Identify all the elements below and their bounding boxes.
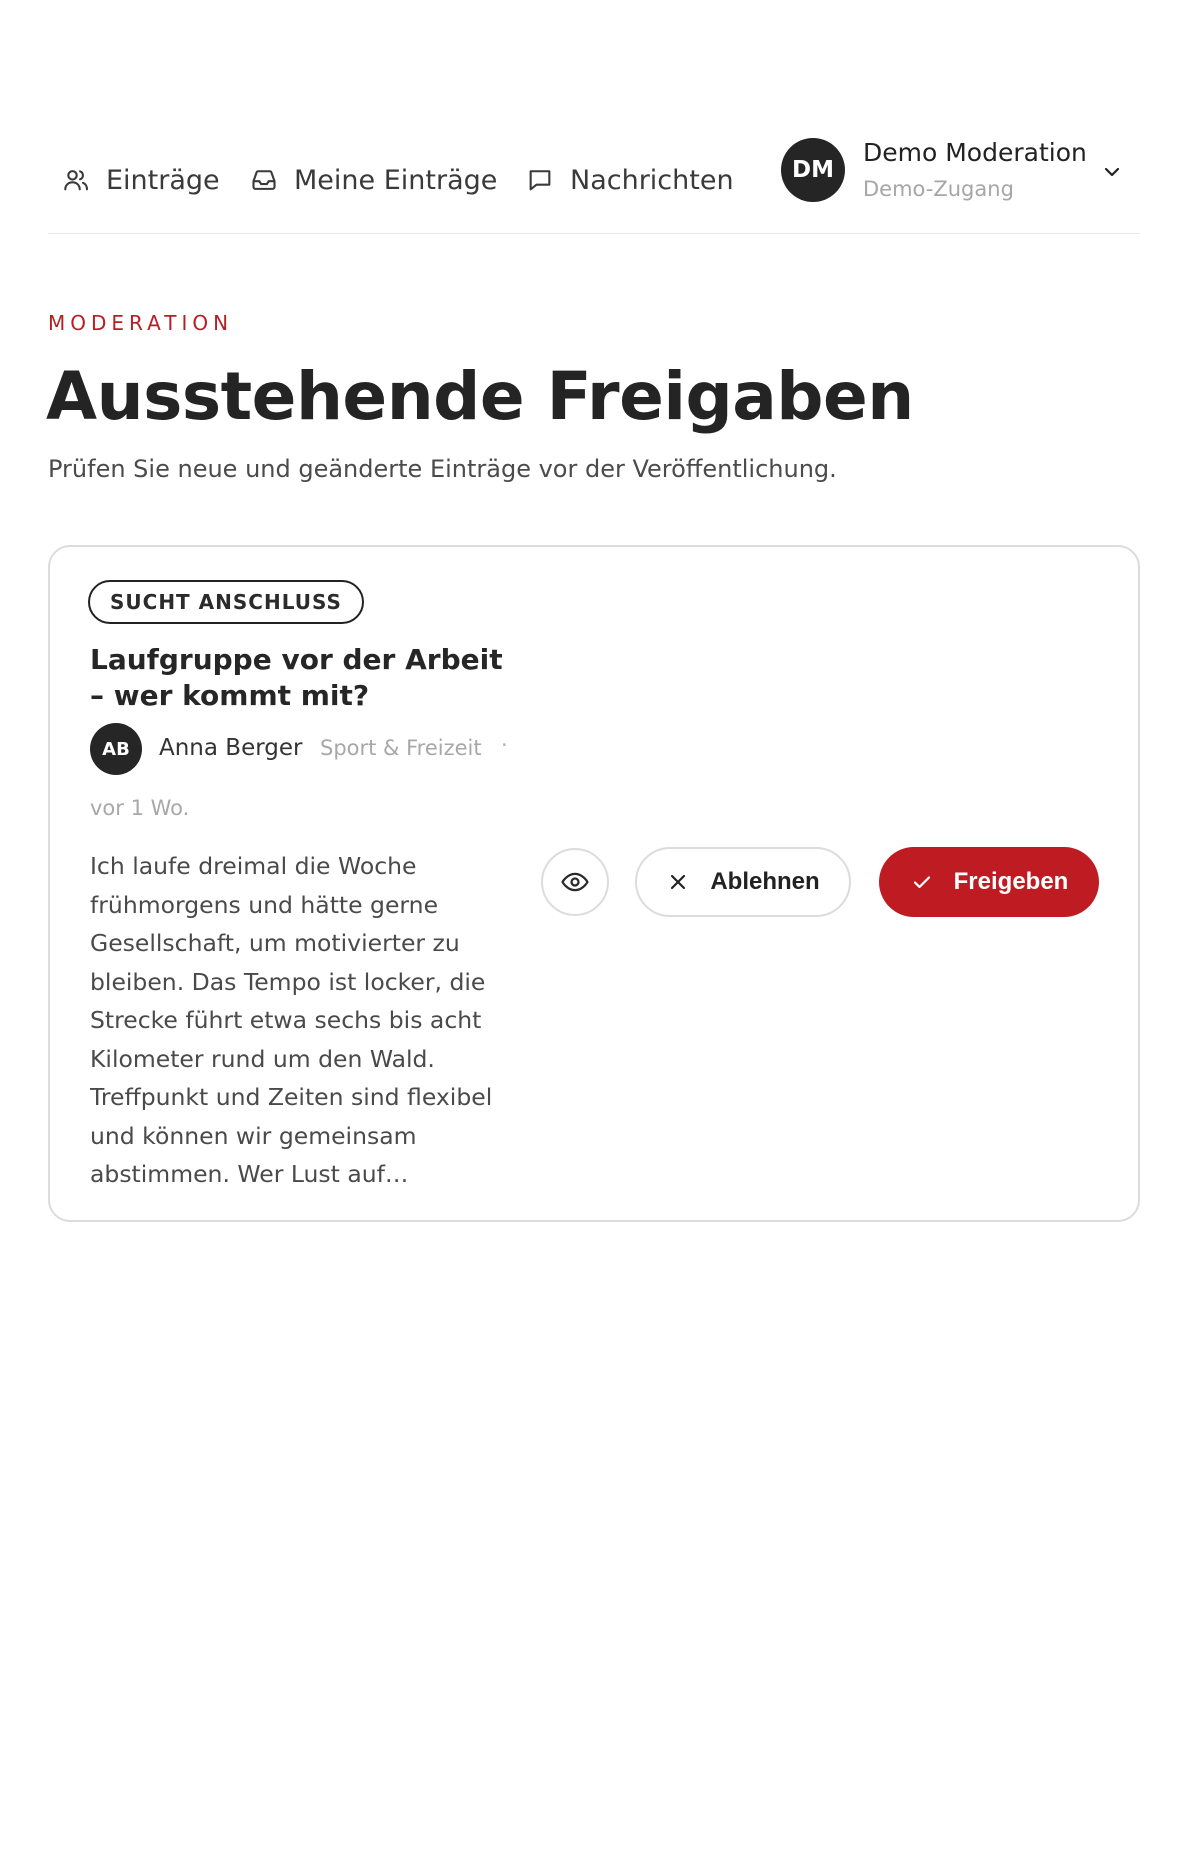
nav-item-my-entries[interactable]: Meine Einträge (250, 156, 497, 204)
top-navigation: Einträge Meine Einträge Nachrichten DM D… (48, 120, 1140, 234)
entry-title: Laufgruppe vor der Arbeit – wer kommt mi… (90, 643, 503, 712)
page-title: Ausstehende Freigaben (46, 358, 914, 435)
meta-separator: · (501, 733, 508, 757)
reject-button-label: Ablehnen (710, 868, 820, 895)
reject-button[interactable]: Ablehnen (635, 847, 851, 917)
users-icon (64, 170, 89, 191)
close-icon (671, 874, 686, 890)
section-eyebrow: MODERATION (48, 311, 234, 335)
nav-item-label: Einträge (106, 164, 220, 196)
nav-item-messages[interactable]: Nachrichten (526, 156, 766, 204)
pending-entry-card: SUCHT ANSCHLUSS Laufgruppe vor der Arbei… (48, 545, 1140, 1222)
entry-timestamp: vor 1 Wo. (90, 796, 190, 820)
nav-item-label: Nachrichten (570, 164, 734, 196)
user-name: Demo Moderation (863, 138, 1087, 167)
message-icon (529, 170, 551, 191)
eye-icon (561, 872, 589, 892)
entry-excerpt: Ich laufe dreimal die Woche frühmorgens … (90, 852, 493, 1188)
user-role: Demo-Zugang (863, 177, 1014, 201)
preview-button[interactable] (541, 848, 609, 916)
avatar: DM (781, 138, 845, 202)
page: Einträge Meine Einträge Nachrichten DM D… (0, 0, 1187, 1875)
author-name: Anna Berger (159, 735, 303, 761)
status-badge: SUCHT ANSCHLUSS (88, 580, 364, 624)
chevron-down-icon[interactable] (1100, 160, 1124, 184)
author-avatar: AB (90, 723, 142, 775)
check-icon (913, 876, 930, 889)
nav-item-label: Meine Einträge (294, 164, 498, 196)
entry-category: Sport & Freizeit (320, 736, 482, 760)
approve-button-label: Freigeben (953, 868, 1069, 895)
approve-button[interactable]: Freigeben (879, 847, 1099, 917)
nav-item-entries[interactable]: Einträge (62, 156, 220, 204)
inbox-icon (252, 170, 276, 190)
user-menu[interactable]: DM Demo Moderation Demo-Zugang (781, 138, 1140, 204)
page-subtitle: Prüfen Sie neue und geänderte Einträge v… (48, 455, 837, 483)
